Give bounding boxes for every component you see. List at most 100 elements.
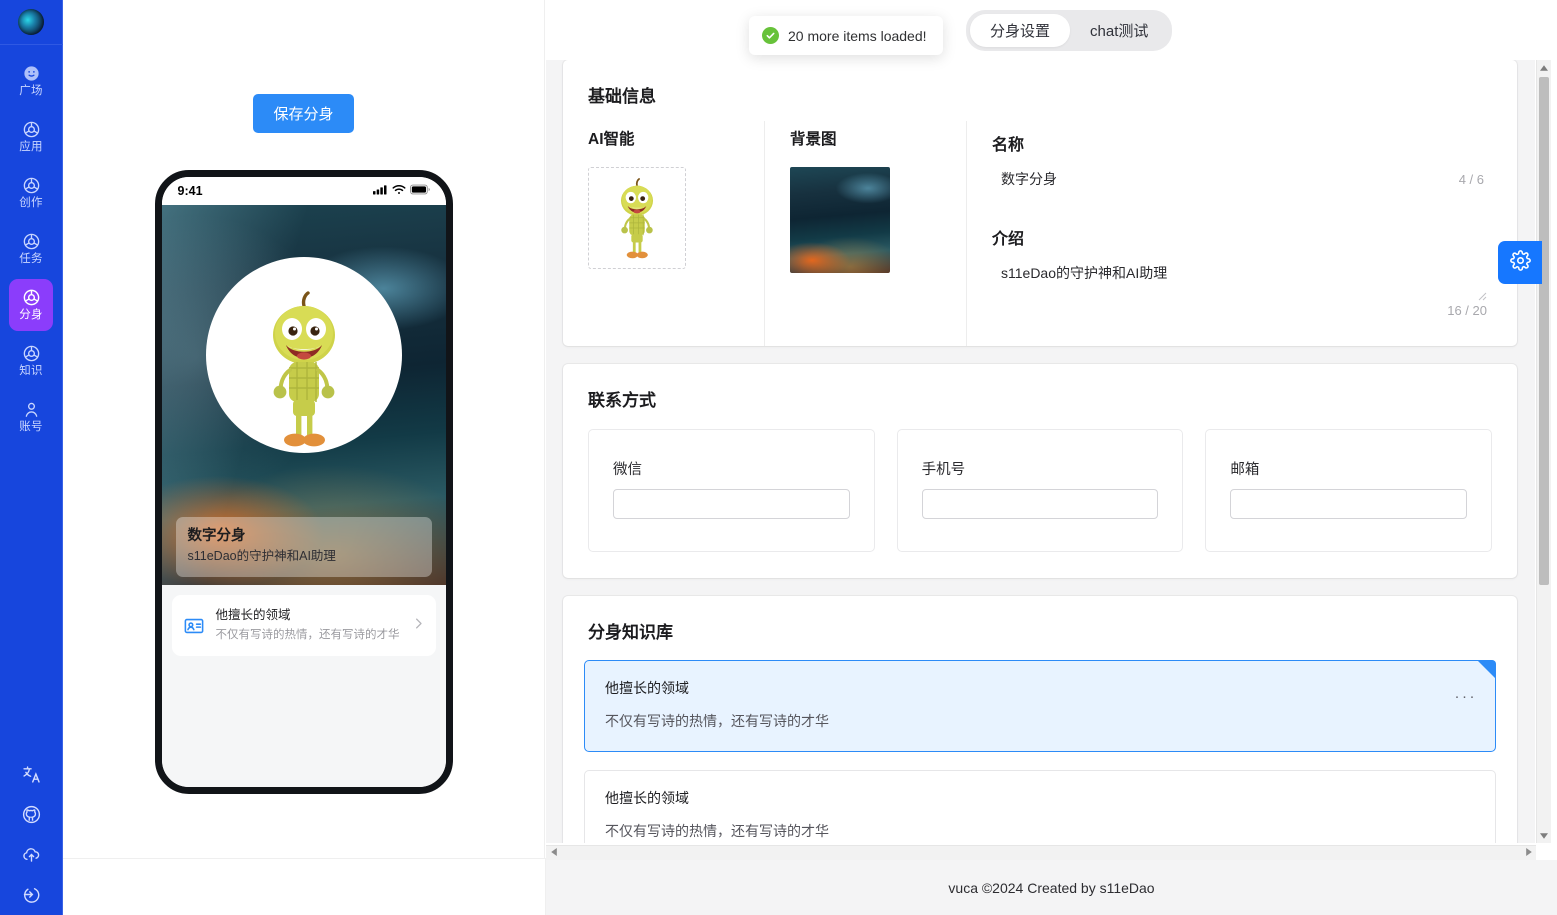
hero-info-card: 数字分身 s11eDao的守护神和AI助理 <box>175 516 432 577</box>
phone-knowledge-subtitle: 不仅有写诗的热情，还有写诗的才华 <box>215 629 400 642</box>
footer-text: vuca ©2024 Created by s11eDao <box>948 879 1155 896</box>
phone-input[interactable] <box>921 489 1159 519</box>
knowledge-list: ··· 他擅长的领域 不仅有写诗的热情，还有写诗的才华 他擅长的领域 不仅有写诗… <box>563 643 1517 843</box>
avatar[interactable] <box>18 9 44 35</box>
sidebar-bottom-actions <box>0 761 63 907</box>
basic-info-card: 基础信息 AI智能 背景图 名称 数字分身 4 / 6 介绍 s11eDao的守… <box>563 60 1517 346</box>
id-card-icon <box>182 614 206 638</box>
scroll-down-arrow-icon[interactable] <box>1537 828 1551 843</box>
basic-info-title: 基础信息 <box>588 87 656 106</box>
contact-field-wechat: 微信 <box>588 429 875 552</box>
sidebar-avatar-wrap[interactable] <box>0 0 63 45</box>
intro-value: s11eDao的守护神和AI助理 <box>1001 265 1168 281</box>
contact-field-email: 邮箱 <box>1205 429 1493 552</box>
sidebar-item-zhishi[interactable]: 知识 <box>9 335 53 387</box>
intro-footer: 16 / 20 <box>992 289 1492 318</box>
footer: vuca ©2024 Created by s11eDao <box>546 860 1557 915</box>
success-check-icon <box>762 27 779 44</box>
tab-fenshen-settings[interactable]: 分身设置 <box>970 14 1071 47</box>
resize-handle-icon[interactable] <box>1475 289 1487 301</box>
hero-avatar <box>205 257 402 453</box>
settings-gear-button[interactable] <box>1498 241 1542 284</box>
chevron-right-icon <box>411 616 426 636</box>
gear-icon <box>1509 249 1531 276</box>
hero-subtitle: s11eDao的守护神和AI助理 <box>187 549 336 564</box>
phone-label: 手机号 <box>921 462 966 478</box>
scroll-left-arrow-icon[interactable] <box>546 848 561 858</box>
sidebar: 广场 应用 创作 任务 分身 知识 账号 <box>0 0 63 915</box>
intro-field-group: 介绍 s11eDao的守护神和AI助理 16 / 20 <box>992 225 1492 318</box>
contact-card: 联系方式 微信 手机号 邮箱 <box>563 364 1517 578</box>
name-counter: 4 / 6 <box>1458 171 1484 187</box>
sidebar-item-label: 任务 <box>19 253 43 266</box>
cellular-signal-icon <box>372 184 388 198</box>
intro-textarea[interactable]: s11eDao的守护神和AI助理 <box>992 257 1492 289</box>
translate-icon[interactable] <box>19 761 45 787</box>
name-field-group: 名称 数字分身 4 / 6 <box>992 131 1492 195</box>
background-label: 背景图 <box>790 131 837 148</box>
sidebar-nav: 广场 应用 创作 任务 分身 知识 账号 <box>0 45 62 447</box>
save-button[interactable]: 保存分身 <box>253 94 354 133</box>
scroll-up-arrow-icon[interactable] <box>1537 60 1551 75</box>
horizontal-scrollbar[interactable] <box>546 845 1536 860</box>
sidebar-item-chuangzuo[interactable]: 创作 <box>9 167 53 219</box>
toast-notification: 20 more items loaded! <box>749 16 943 55</box>
intro-label: 介绍 <box>992 231 1025 248</box>
avatar-upload-box[interactable] <box>588 167 686 269</box>
phone-status-bar: 9:41 <box>161 177 446 205</box>
knowledge-item-title: 他擅长的领域 <box>605 790 689 807</box>
cloud-upload-icon[interactable] <box>19 841 45 867</box>
swirl-icon <box>22 344 41 363</box>
character-illustration <box>620 178 654 259</box>
knowledge-base-card: 分身知识库 ··· 他擅长的领域 不仅有写诗的热情，还有写诗的才华 他擅长的领域… <box>563 596 1517 843</box>
knowledge-item[interactable]: ··· 他擅长的领域 不仅有写诗的热情，还有写诗的才华 <box>584 660 1496 753</box>
email-label: 邮箱 <box>1230 462 1260 478</box>
name-input[interactable]: 数字分身 4 / 6 <box>992 163 1492 195</box>
sidebar-item-fenshen[interactable]: 分身 <box>9 279 53 331</box>
knowledge-item[interactable]: 他擅长的领域 不仅有写诗的热情，还有写诗的才华 <box>584 770 1496 843</box>
swirl-icon <box>22 232 41 251</box>
knowledge-item-title: 他擅长的领域 <box>605 680 689 696</box>
character-illustration <box>272 291 335 447</box>
tab-group: 分身设置 chat测试 <box>966 10 1173 51</box>
swirl-icon <box>22 120 41 139</box>
sidebar-item-renwu[interactable]: 任务 <box>9 223 53 275</box>
sidebar-item-label: 知识 <box>19 365 43 378</box>
phone-knowledge-row[interactable]: 他擅长的领域 不仅有写诗的热情，还有写诗的才华 <box>171 595 436 657</box>
vertical-scrollbar-thumb[interactable] <box>1539 77 1549 585</box>
knowledge-item-menu-icon[interactable]: ··· <box>1455 689 1478 704</box>
status-indicators <box>372 184 430 198</box>
sidebar-item-yingyong[interactable]: 应用 <box>9 111 53 163</box>
preview-panel: 保存分身 9:41 数字分身 s11eDao的守护神和AI助理 他擅长的领域 不… <box>63 0 545 858</box>
tab-chat-test[interactable]: chat测试 <box>1070 14 1168 47</box>
phone-knowledge-title: 他擅长的领域 <box>215 608 291 622</box>
sidebar-item-zhanghao[interactable]: 账号 <box>9 391 53 443</box>
app-root: 广场 应用 创作 任务 分身 知识 账号 20 more items loade… <box>0 0 1557 915</box>
swirl-icon <box>22 288 41 307</box>
avatar-column: AI智能 <box>563 121 765 346</box>
wechat-input[interactable] <box>613 489 850 519</box>
contact-field-phone: 手机号 <box>896 429 1184 552</box>
basic-info-columns: AI智能 背景图 名称 数字分身 4 / 6 介绍 s11eDao的守护神和AI… <box>563 121 1517 346</box>
settings-content: 基础信息 AI智能 背景图 名称 数字分身 4 / 6 介绍 s11eDao的守… <box>546 60 1535 843</box>
sidebar-item-label: 创作 <box>19 197 43 210</box>
name-intro-column: 名称 数字分身 4 / 6 介绍 s11eDao的守护神和AI助理 16 / 2… <box>967 121 1517 346</box>
vertical-scrollbar[interactable] <box>1536 60 1551 843</box>
knowledge-item-subtitle: 不仅有写诗的热情，还有写诗的才华 <box>605 712 829 729</box>
battery-icon <box>409 184 430 198</box>
logout-icon[interactable] <box>19 881 45 907</box>
name-label: 名称 <box>992 137 1025 154</box>
github-icon[interactable] <box>19 801 45 827</box>
sidebar-item-label: 应用 <box>19 141 43 154</box>
hero-title: 数字分身 <box>187 527 246 544</box>
contact-fields-row: 微信 手机号 邮箱 <box>563 411 1517 578</box>
scroll-right-arrow-icon[interactable] <box>1521 848 1536 858</box>
main-area: 20 more items loaded! 分身设置 chat测试 保存分身 9… <box>63 0 1557 915</box>
toast-message: 20 more items loaded! <box>788 27 927 44</box>
sidebar-item-guangchang[interactable]: 广场 <box>9 55 53 107</box>
swirl-icon <box>22 176 41 195</box>
background-image-thumb[interactable] <box>790 167 890 273</box>
email-input[interactable] <box>1230 489 1468 519</box>
phone-body: 他擅长的领域 不仅有写诗的热情，还有写诗的才华 <box>161 585 446 787</box>
person-icon <box>22 400 41 419</box>
